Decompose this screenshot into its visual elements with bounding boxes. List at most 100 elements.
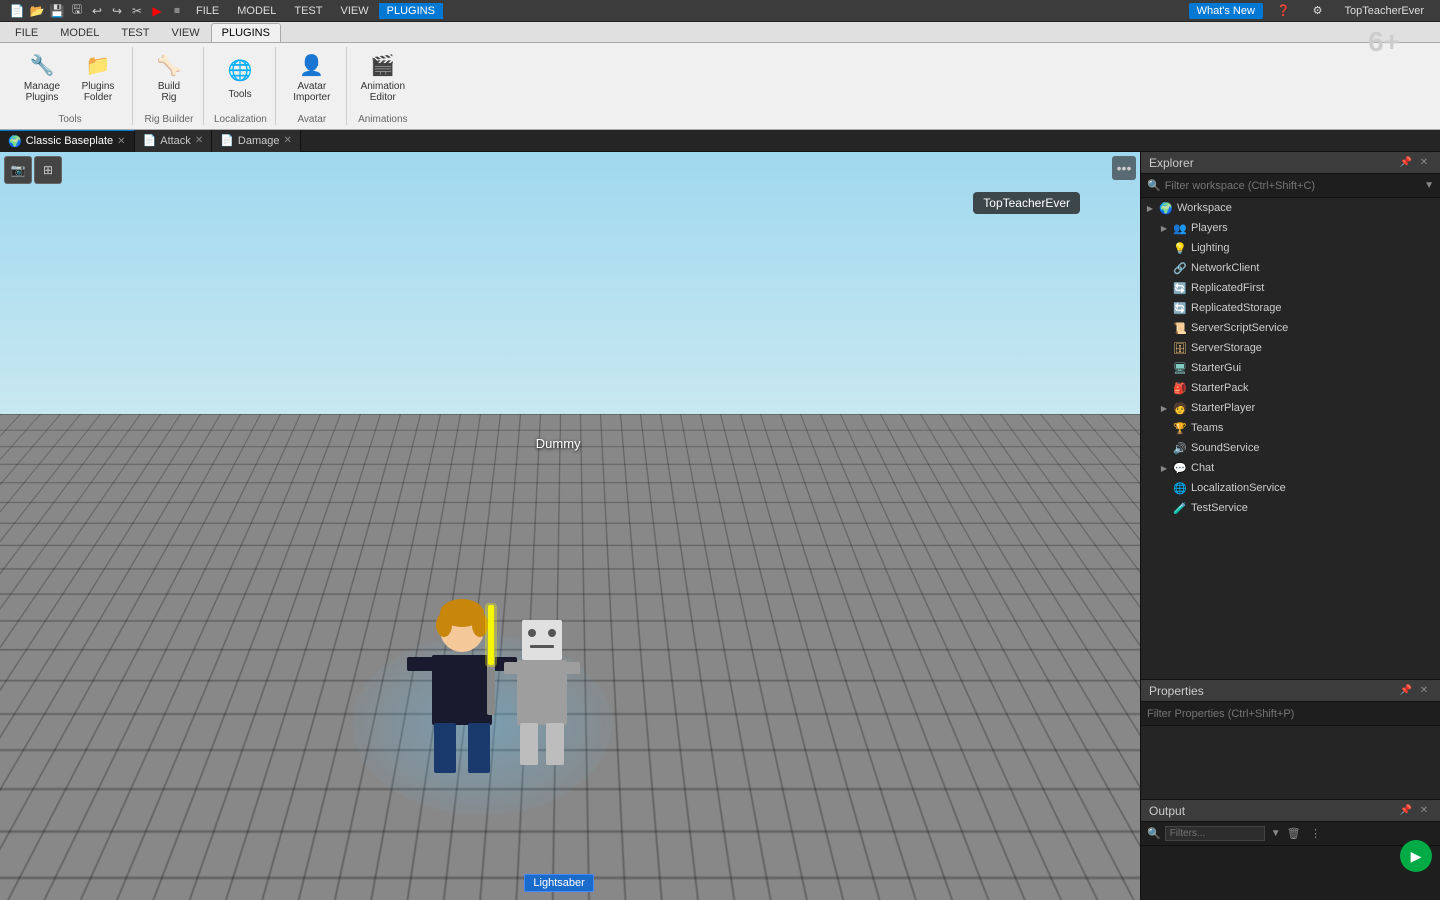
menu-file[interactable]: FILE <box>188 3 227 19</box>
lightsaber-label: Lightsaber <box>533 877 584 889</box>
animation-editor-button[interactable]: 🎬 AnimationEditor <box>357 49 409 105</box>
tree-item-testservice[interactable]: ▶ 🧪 TestService <box>1141 498 1440 518</box>
sky <box>0 152 1140 414</box>
tree-item-localizationservice[interactable]: ▶ 🌐 LocalizationService <box>1141 478 1440 498</box>
viewport-toolbar: 📷 ⊞ <box>4 156 62 184</box>
redo-button[interactable]: ↪ <box>108 2 126 20</box>
user-label: TopTeacherEver <box>1337 3 1433 19</box>
ribbon-tab-view[interactable]: VIEW <box>160 23 210 42</box>
chat-arrow: ▶ <box>1159 463 1169 473</box>
menu-plugins[interactable]: PLUGINS <box>379 3 443 19</box>
ribbon-content: 🔧 ManagePlugins 📁 PluginsFolder Tools 🦴 … <box>0 43 1440 129</box>
properties-pin-button[interactable]: 📌 <box>1398 683 1414 699</box>
open-button[interactable]: 📂 <box>28 2 46 20</box>
build-rig-button[interactable]: 🦴 BuildRig <box>143 49 195 105</box>
menu-right: What's New ❓ ⚙ TopTeacherEver <box>1189 2 1432 19</box>
ribbon-group-tools: 🔧 ManagePlugins 📁 PluginsFolder Tools <box>8 47 133 125</box>
viewport-options-button[interactable]: ••• <box>1112 156 1136 180</box>
grid-button[interactable]: ⊞ <box>34 156 62 184</box>
properties-panel: Properties 📌 ✕ <box>1141 680 1440 800</box>
ribbon-tab-plugins[interactable]: PLUGINS <box>211 23 281 42</box>
tree-item-teams[interactable]: ▶ 🏆 Teams <box>1141 418 1440 438</box>
anim-group-label: Animations <box>357 114 409 125</box>
properties-search-input[interactable] <box>1147 708 1434 720</box>
save-as-button[interactable]: 🖫 <box>68 2 86 20</box>
green-circle-button[interactable]: ▶ <box>1400 840 1432 872</box>
output-filter-dropdown[interactable]: ▼ <box>1271 828 1281 839</box>
tab-classic-baseplate[interactable]: 🌍 Classic Baseplate ✕ <box>0 130 135 152</box>
help-icon[interactable]: ❓ <box>1269 2 1299 19</box>
ribbon-tab-model[interactable]: MODEL <box>49 23 110 42</box>
manage-plugins-button[interactable]: 🔧 ManagePlugins <box>16 49 68 105</box>
explorer-close-button[interactable]: ✕ <box>1416 155 1432 171</box>
tree-item-serverscriptservice[interactable]: ▶ 📜 ServerScriptService <box>1141 318 1440 338</box>
tab-attack-close[interactable]: ✕ <box>195 135 203 146</box>
explorer-title: Explorer <box>1149 156 1194 170</box>
tree-item-chat[interactable]: ▶ 💬 Chat <box>1141 458 1440 478</box>
explorer-search-input[interactable] <box>1165 180 1420 192</box>
teams-label: Teams <box>1191 422 1440 434</box>
tree-item-startergui[interactable]: ▶ 🖥 StarterGui <box>1141 358 1440 378</box>
play-button[interactable]: ▶ <box>148 2 166 20</box>
tree-item-lighting[interactable]: ▶ 💡 Lighting <box>1141 238 1440 258</box>
build-rig-icon: 🦴 <box>153 51 185 79</box>
properties-close-button[interactable]: ✕ <box>1416 683 1432 699</box>
properties-search <box>1141 702 1440 726</box>
output-pin-button[interactable]: 📌 <box>1398 803 1414 819</box>
camera-button[interactable]: 📷 <box>4 156 32 184</box>
new-button[interactable]: 📄 <box>8 2 26 20</box>
output-close-button[interactable]: ✕ <box>1416 803 1432 819</box>
tree-item-replicatedstorage[interactable]: ▶ 🔄 ReplicatedStorage <box>1141 298 1440 318</box>
tab-damage[interactable]: 📄 Damage ✕ <box>212 130 301 152</box>
avatar-importer-button[interactable]: 👤 AvatarImporter <box>286 49 338 105</box>
tree-item-players[interactable]: ▶ 👥 Players <box>1141 218 1440 238</box>
menu-model[interactable]: MODEL <box>229 3 284 19</box>
settings-icon[interactable]: ⚙ <box>1305 2 1331 19</box>
ribbon-group-rig-items: 🦴 BuildRig <box>143 47 195 112</box>
ribbon-tab-file[interactable]: FILE <box>4 23 49 42</box>
avatar-group-label: Avatar <box>286 114 338 125</box>
tree-item-starterplayer[interactable]: ▶ 🧑 StarterPlayer <box>1141 398 1440 418</box>
plugins-folder-button[interactable]: 📁 PluginsFolder <box>72 49 124 105</box>
build-rig-label: BuildRig <box>158 81 180 103</box>
starterplayer-label: StarterPlayer <box>1191 402 1440 414</box>
ribbon-group-loc-items: 🌐 Tools <box>214 47 266 112</box>
tab-classic-baseplate-close[interactable]: ✕ <box>117 136 125 147</box>
localization-tools-button[interactable]: 🌐 Tools <box>214 49 266 105</box>
stop-button[interactable]: ⏹ <box>168 2 186 20</box>
serverscriptservice-label: ServerScriptService <box>1191 322 1440 334</box>
output-more-button[interactable]: ⋮ <box>1307 825 1325 843</box>
undo-button[interactable]: ↩ <box>88 2 106 20</box>
output-clear-button[interactable]: 🗑 <box>1285 825 1303 843</box>
tab-damage-close[interactable]: ✕ <box>283 135 291 146</box>
ribbon-tab-test[interactable]: TEST <box>110 23 160 42</box>
tree-item-starterpack[interactable]: ▶ 🎒 StarterPack <box>1141 378 1440 398</box>
plus-badge: 6+ <box>1368 28 1400 56</box>
output-filter-input[interactable] <box>1165 826 1265 841</box>
output-panel: Output 📌 ✕ 🔍 ▼ 🗑 ⋮ <box>1141 800 1440 900</box>
viewport[interactable]: 📷 ⊞ ••• TopTeacherEver Dummy <box>0 152 1140 900</box>
explorer-pin-button[interactable]: 📌 <box>1398 155 1414 171</box>
tab-attack[interactable]: 📄 Attack ✕ <box>135 130 213 152</box>
localization-label: Tools <box>228 89 251 100</box>
ribbon-group-avatar: 👤 AvatarImporter Avatar <box>278 47 347 125</box>
output-content <box>1141 846 1440 900</box>
menu-view[interactable]: VIEW <box>332 3 376 19</box>
tree-item-replicatedfirst[interactable]: ▶ 🔄 ReplicatedFirst <box>1141 278 1440 298</box>
whats-new-button[interactable]: What's New <box>1189 3 1263 19</box>
tree-item-soundservice[interactable]: ▶ 🔊 SoundService <box>1141 438 1440 458</box>
cut-button[interactable]: ✂ <box>128 2 146 20</box>
menu-test[interactable]: TEST <box>286 3 330 19</box>
tab-attack-label: Attack <box>160 135 191 147</box>
tab-damage-label: Damage <box>238 135 280 147</box>
startergui-label: StarterGui <box>1191 362 1440 374</box>
avatar-importer-label: AvatarImporter <box>293 81 330 103</box>
tree-item-networkclient[interactable]: ▶ 🔗 NetworkClient <box>1141 258 1440 278</box>
tree-item-workspace[interactable]: ▶ 🌍 Workspace <box>1141 198 1440 218</box>
explorer-search-dropdown[interactable]: ▼ <box>1424 180 1434 191</box>
save-button[interactable]: 💾 <box>48 2 66 20</box>
networkclient-icon: 🔗 <box>1172 260 1188 276</box>
teams-icon: 🏆 <box>1172 420 1188 436</box>
starterplayer-arrow: ▶ <box>1159 403 1169 413</box>
tree-item-serverstorage[interactable]: ▶ 🗄 ServerStorage <box>1141 338 1440 358</box>
